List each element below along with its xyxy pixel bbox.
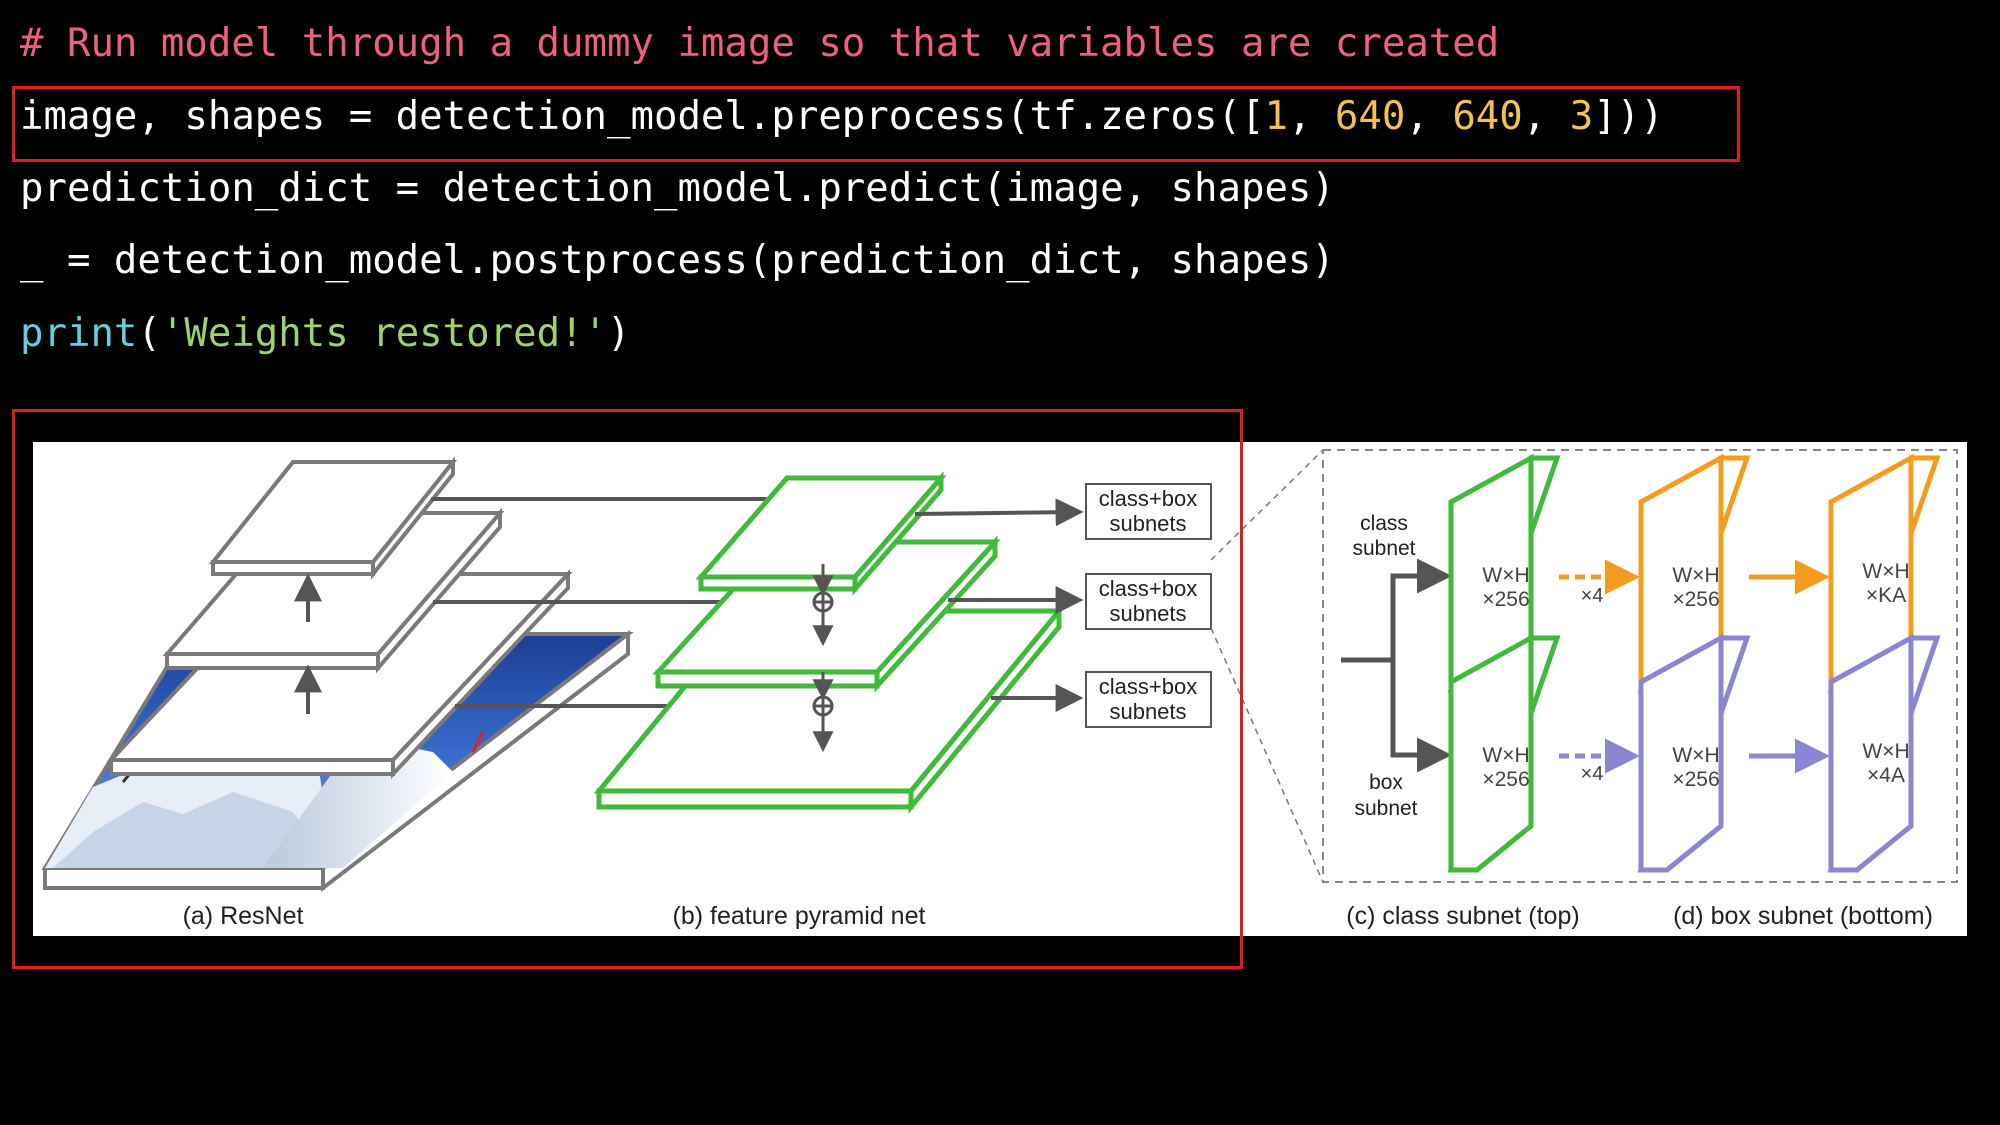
box-subnet-label: box (1369, 771, 1403, 794)
code-line-print: print('Weights restored!') (20, 306, 631, 362)
feature-size-label: W×H (1482, 744, 1529, 767)
feature-size-label: W×H (1862, 560, 1909, 583)
feature-size-label: ×256 (1482, 768, 1529, 791)
feature-size-label: ×KA (1866, 584, 1906, 607)
code-text: ( (137, 311, 161, 356)
highlight-box-code (12, 86, 1740, 162)
class-subnet-label: subnet (1352, 537, 1415, 560)
subnet-branch-arrows (1341, 558, 1452, 773)
code-text: ) (607, 311, 631, 356)
feature-size-label: ×4A (1867, 764, 1905, 787)
feature-size-label: ×256 (1482, 588, 1529, 611)
feature-size-label: W×H (1862, 740, 1909, 763)
repeat-label: ×4 (1581, 763, 1604, 785)
green-feature-blocks (1447, 453, 1561, 873)
feature-size-label: ×256 (1672, 588, 1719, 611)
box-subnet-label: subnet (1354, 797, 1417, 820)
print-keyword: print (20, 311, 138, 356)
code-string: 'Weights restored!' (160, 311, 608, 356)
subnet-detail: class subnet box subnet W×H ×256 W×H ×25… (1341, 453, 1941, 873)
feature-size-label: ×256 (1672, 768, 1719, 791)
class-subnet-label: class (1360, 512, 1408, 535)
repeat-label: ×4 (1581, 585, 1604, 607)
code-comment: # Run model through a dummy image so tha… (20, 21, 1500, 66)
caption-class-subnet: (c) class subnet (top) (1346, 902, 1579, 930)
feature-size-label: W×H (1672, 564, 1719, 587)
feature-size-label: W×H (1672, 744, 1719, 767)
caption-box-subnet: (d) box subnet (bottom) (1673, 902, 1933, 930)
code-line-postprocess: _ = detection_model.postprocess(predicti… (20, 238, 1335, 283)
code-line-predict: prediction_dict = detection_model.predic… (20, 166, 1335, 211)
highlight-box-diagram (12, 409, 1243, 969)
feature-size-label: W×H (1482, 564, 1529, 587)
